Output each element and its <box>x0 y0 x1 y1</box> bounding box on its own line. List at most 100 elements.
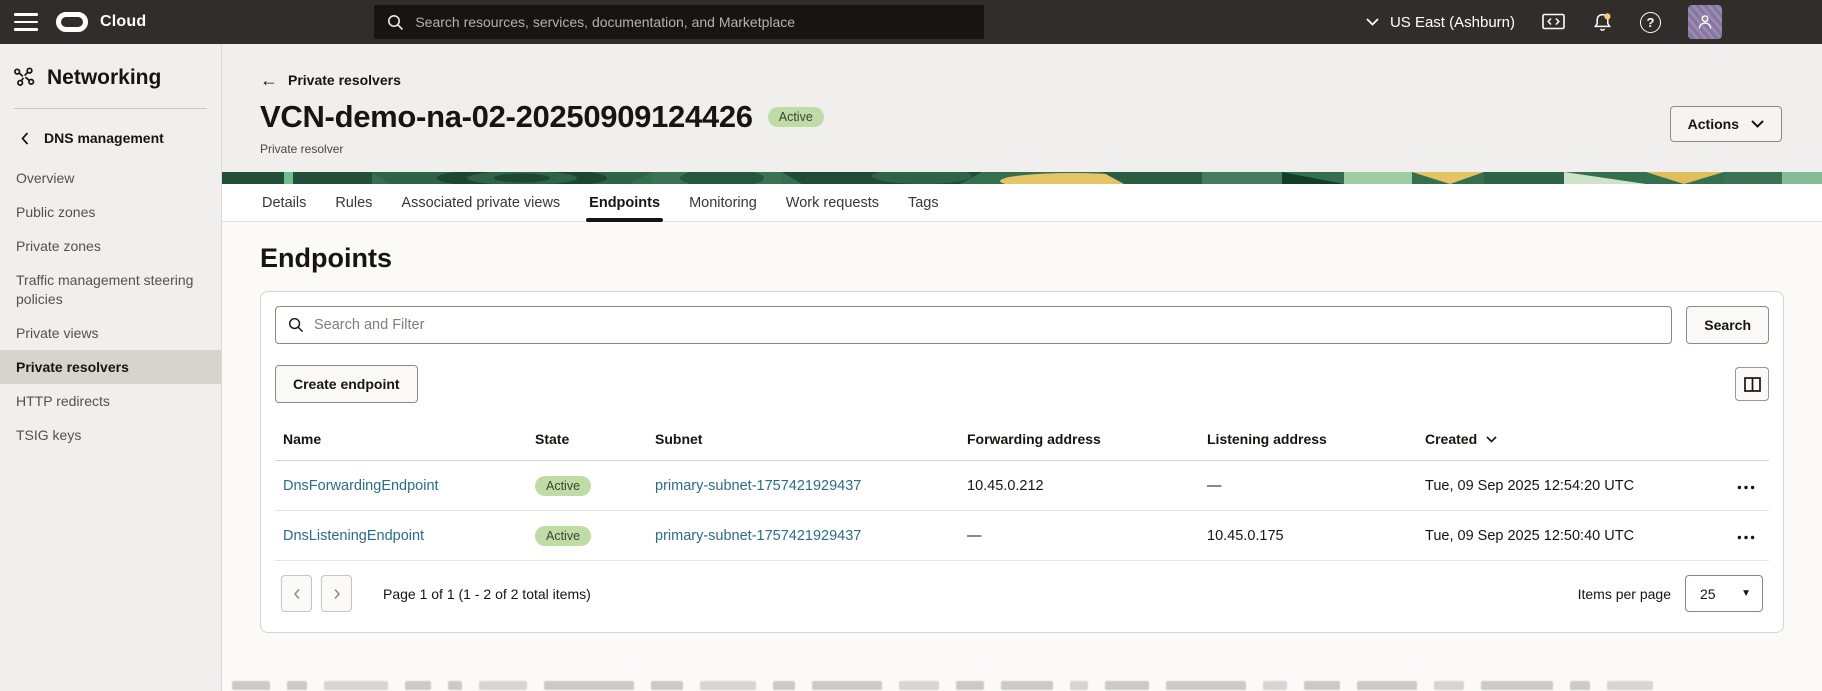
cloud-shell-icon <box>1542 13 1565 32</box>
chevron-down-icon <box>1366 18 1379 26</box>
help-icon: ? <box>1640 12 1661 33</box>
resource-type-label: Private resolver <box>260 142 1782 156</box>
columns-icon <box>1744 377 1761 392</box>
person-icon <box>1696 13 1714 31</box>
pagination-bar: Page 1 of 1 (1 - 2 of 2 total items) Ite… <box>275 561 1769 620</box>
create-endpoint-button[interactable]: Create endpoint <box>275 365 418 403</box>
row-actions-menu-button[interactable] <box>1731 474 1761 497</box>
ellipsis-icon <box>1737 535 1755 540</box>
tab-associated-private-views[interactable]: Associated private views <box>401 184 560 221</box>
column-settings-button[interactable] <box>1735 367 1769 401</box>
networking-icon <box>13 67 36 90</box>
filter-field[interactable] <box>275 306 1672 344</box>
next-page-button[interactable] <box>321 575 352 612</box>
topbar-right-cluster: US East (Ashburn) ? <box>1366 5 1808 39</box>
column-header-subnet: Subnet <box>655 431 967 447</box>
previous-page-button[interactable] <box>281 575 312 612</box>
oci-console: Cloud US East (Ashburn) <box>0 0 1822 691</box>
chevron-down-icon <box>1751 120 1764 128</box>
decorative-banner <box>222 172 1822 184</box>
endpoint-name-link[interactable]: DnsListeningEndpoint <box>283 528 424 544</box>
listening-address-value: — <box>1207 478 1425 494</box>
region-selector[interactable]: US East (Ashburn) <box>1366 14 1515 31</box>
global-search-bar[interactable] <box>374 5 984 39</box>
column-header-created[interactable]: Created <box>1425 431 1497 447</box>
bell-icon <box>1592 12 1613 33</box>
items-per-page-label: Items per page <box>1578 586 1671 602</box>
sidebar-section-dns-management[interactable]: DNS management <box>0 124 221 152</box>
endpoints-panel: Endpoints Search Create end <box>222 222 1822 691</box>
sidebar-menu: Overview Public zones Private zones Traf… <box>0 161 221 452</box>
page-header: ← Private resolvers VCN-demo-na-02-20250… <box>222 44 1822 172</box>
tab-work-requests[interactable]: Work requests <box>786 184 879 221</box>
notification-dot <box>1604 13 1610 19</box>
caret-down-icon: ▼ <box>1741 588 1751 599</box>
table-row: DnsForwardingEndpoint Active primary-sub… <box>275 461 1769 511</box>
tab-monitoring[interactable]: Monitoring <box>689 184 757 221</box>
user-avatar[interactable] <box>1688 5 1722 39</box>
items-per-page-value: 25 <box>1700 586 1716 602</box>
column-header-forwarding-address: Forwarding address <box>967 431 1207 447</box>
sidebar-item-public-zones[interactable]: Public zones <box>0 195 221 229</box>
tab-bar: Details Rules Associated private views E… <box>222 184 1822 222</box>
help-button[interactable]: ? <box>1640 12 1661 33</box>
tab-details[interactable]: Details <box>262 184 306 221</box>
row-actions-menu-button[interactable] <box>1731 524 1761 547</box>
subnet-link[interactable]: primary-subnet-1757421929437 <box>655 478 861 494</box>
tab-endpoints[interactable]: Endpoints <box>589 184 660 221</box>
column-header-listening-address: Listening address <box>1207 431 1425 447</box>
notifications-button[interactable] <box>1592 12 1613 33</box>
column-header-name: Name <box>283 431 535 447</box>
sidebar: Networking DNS management Overview Publi… <box>0 44 222 691</box>
main-content: ← Private resolvers VCN-demo-na-02-20250… <box>222 44 1822 691</box>
sidebar-divider <box>14 108 207 109</box>
listening-address-value: 10.45.0.175 <box>1207 528 1425 544</box>
actions-button[interactable]: Actions <box>1670 106 1782 142</box>
search-icon <box>387 14 404 31</box>
global-search-input[interactable] <box>415 14 971 30</box>
top-navigation-bar: Cloud US East (Ashburn) <box>0 0 1822 44</box>
state-badge: Active <box>535 476 591 496</box>
hamburger-icon <box>14 13 38 16</box>
status-badge: Active <box>768 107 824 127</box>
breadcrumb-label: Private resolvers <box>288 72 401 88</box>
created-value: Tue, 09 Sep 2025 12:54:20 UTC <box>1425 478 1707 494</box>
section-heading: Endpoints <box>260 243 1784 274</box>
chevron-left-icon <box>21 132 29 145</box>
sidebar-item-private-zones[interactable]: Private zones <box>0 229 221 263</box>
sidebar-item-overview[interactable]: Overview <box>0 161 221 195</box>
sidebar-item-private-views[interactable]: Private views <box>0 316 221 350</box>
tab-tags[interactable]: Tags <box>908 184 939 221</box>
sidebar-item-traffic-management[interactable]: Traffic management steering policies <box>0 263 221 316</box>
sort-chevron-icon <box>1486 436 1497 443</box>
region-label: US East (Ashburn) <box>1390 14 1515 31</box>
sidebar-item-tsig-keys[interactable]: TSIG keys <box>0 418 221 452</box>
sidebar-item-private-resolvers[interactable]: Private resolvers <box>0 350 221 384</box>
endpoint-name-link[interactable]: DnsForwardingEndpoint <box>283 478 439 494</box>
forwarding-address-value: 10.45.0.212 <box>967 478 1207 494</box>
ellipsis-icon <box>1737 485 1755 490</box>
search-button[interactable]: Search <box>1686 306 1769 344</box>
breadcrumb[interactable]: ← Private resolvers <box>260 72 401 88</box>
chevron-right-icon <box>333 588 341 600</box>
created-value: Tue, 09 Sep 2025 12:50:40 UTC <box>1425 528 1707 544</box>
hamburger-menu-button[interactable] <box>14 13 38 31</box>
endpoints-card: Search Create endpoint <box>260 291 1784 633</box>
back-arrow-icon: ← <box>260 73 278 87</box>
sidebar-item-http-redirects[interactable]: HTTP redirects <box>0 384 221 418</box>
table-header-row: Name State Subnet Forwarding address Lis… <box>275 423 1769 461</box>
tab-rules[interactable]: Rules <box>335 184 372 221</box>
chevron-left-icon <box>293 588 301 600</box>
subnet-link[interactable]: primary-subnet-1757421929437 <box>655 528 861 544</box>
search-icon <box>288 317 304 333</box>
items-per-page-select[interactable]: 25 ▼ <box>1685 575 1763 612</box>
partial-bottom-content <box>224 679 1822 691</box>
pagination-summary: Page 1 of 1 (1 - 2 of 2 total items) <box>383 586 591 602</box>
brand-name: Cloud <box>100 13 146 31</box>
cloud-shell-button[interactable] <box>1542 13 1565 32</box>
forwarding-address-value: — <box>967 528 1207 544</box>
sidebar-title: Networking <box>0 66 221 90</box>
banner-art <box>222 172 1822 184</box>
filter-input[interactable] <box>314 317 1659 333</box>
table-row: DnsListeningEndpoint Active primary-subn… <box>275 511 1769 561</box>
